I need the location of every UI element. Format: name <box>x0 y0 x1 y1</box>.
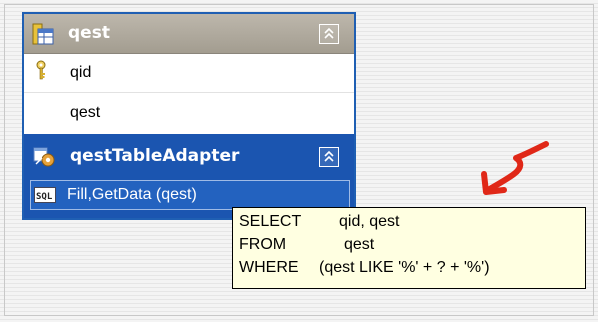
column-list: qid qest <box>24 54 354 134</box>
table-title: qest <box>68 23 110 43</box>
svg-text:SQL: SQL <box>36 192 53 202</box>
column-row[interactable]: qest <box>24 94 354 133</box>
sql-clause: qid, qest <box>339 213 400 230</box>
sql-tooltip: SELECT qid, qest FROM qest WHERE (qest L… <box>232 207 586 289</box>
column-name: qid <box>70 64 92 81</box>
column-name: qest <box>70 104 101 121</box>
table-adapter-icon <box>32 146 56 172</box>
sql-clause: (qest LIKE '%' + ? + '%') <box>319 259 490 276</box>
key-icon <box>34 60 48 86</box>
query-method-row[interactable]: SQL Fill,GetData (qest) <box>30 180 350 210</box>
collapse-table-button[interactable] <box>319 24 339 44</box>
row-gutter <box>24 94 62 133</box>
collapse-chevron-icon <box>324 150 334 162</box>
sql-keyword: WHERE <box>239 259 299 276</box>
table-adapter-title: qestTableAdapter <box>70 146 240 166</box>
collapse-chevron-icon <box>324 27 334 39</box>
sql-keyword: FROM <box>239 236 287 253</box>
column-row[interactable]: qid <box>24 54 354 93</box>
sql-icon: SQL <box>34 187 56 207</box>
query-method-label: Fill,GetData (qest) <box>67 186 197 203</box>
red-arrow-icon <box>481 141 549 195</box>
sql-keyword: SELECT <box>239 213 302 230</box>
table-adapter-header[interactable]: qestTableAdapter <box>24 137 354 177</box>
table-icon <box>32 23 54 45</box>
collapse-adapter-button[interactable] <box>319 147 339 167</box>
sql-clause: qest <box>344 236 375 253</box>
dataset-table-box[interactable]: qest qid qest qestTableAdapter SQL Fill,… <box>22 12 356 220</box>
table-header[interactable]: qest <box>24 14 354 54</box>
